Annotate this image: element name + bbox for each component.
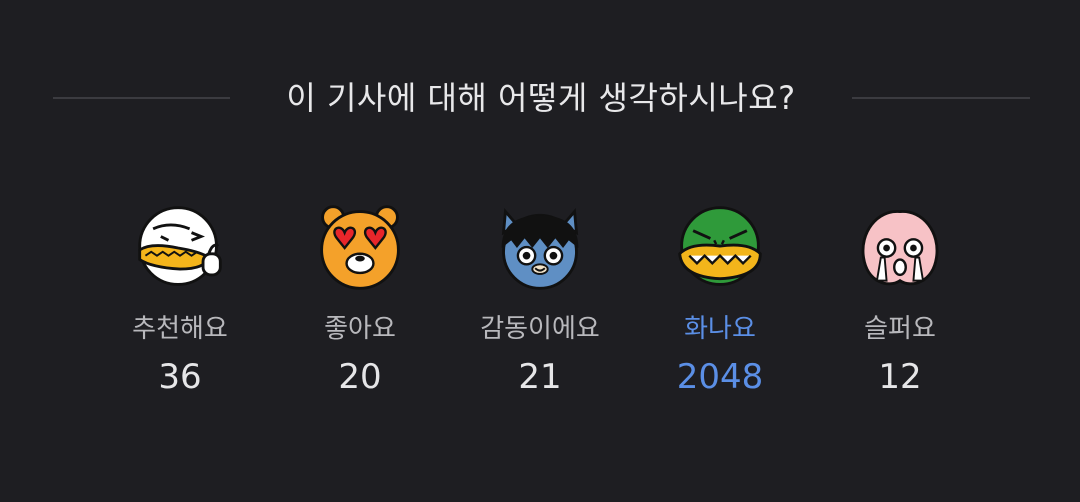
- reaction-touched-button[interactable]: 감동이에요 21: [450, 200, 630, 420]
- reaction-count: 12: [878, 357, 922, 397]
- reaction-header: 이 기사에 대해 어떻게 생각하시나요?: [0, 72, 1080, 124]
- reaction-question: 이 기사에 대해 어떻게 생각하시나요?: [286, 79, 796, 117]
- reaction-label: 슬퍼요: [864, 314, 936, 344]
- reaction-list: 추천해요 36 좋아요 20 감동이에요 21 화나요 2048 슬퍼요 12: [90, 200, 990, 420]
- angry-crocodile-icon: [678, 206, 762, 286]
- crying-peach-icon: [861, 210, 939, 286]
- divider-right: [852, 97, 1030, 99]
- reaction-sad-button[interactable]: 슬퍼요 12: [810, 200, 990, 420]
- reaction-count: 21: [518, 357, 562, 397]
- reaction-count: 20: [338, 357, 382, 397]
- reaction-angry-button[interactable]: 화나요 2048: [630, 200, 810, 420]
- reaction-recommend-button[interactable]: 추천해요 36: [90, 200, 270, 420]
- reaction-label: 화나요: [684, 314, 756, 344]
- thumbs-up-duck-icon: [138, 206, 222, 286]
- reaction-count: 2048: [676, 357, 764, 397]
- reaction-like-button[interactable]: 좋아요 20: [270, 200, 450, 420]
- reaction-label: 좋아요: [324, 314, 396, 344]
- divider-left: [53, 97, 230, 99]
- reaction-label: 감동이에요: [480, 314, 600, 344]
- reaction-count: 36: [158, 357, 202, 397]
- heart-eyes-bear-icon: [320, 205, 400, 290]
- reaction-label: 추천해요: [132, 314, 228, 344]
- teary-cat-icon: [501, 207, 579, 290]
